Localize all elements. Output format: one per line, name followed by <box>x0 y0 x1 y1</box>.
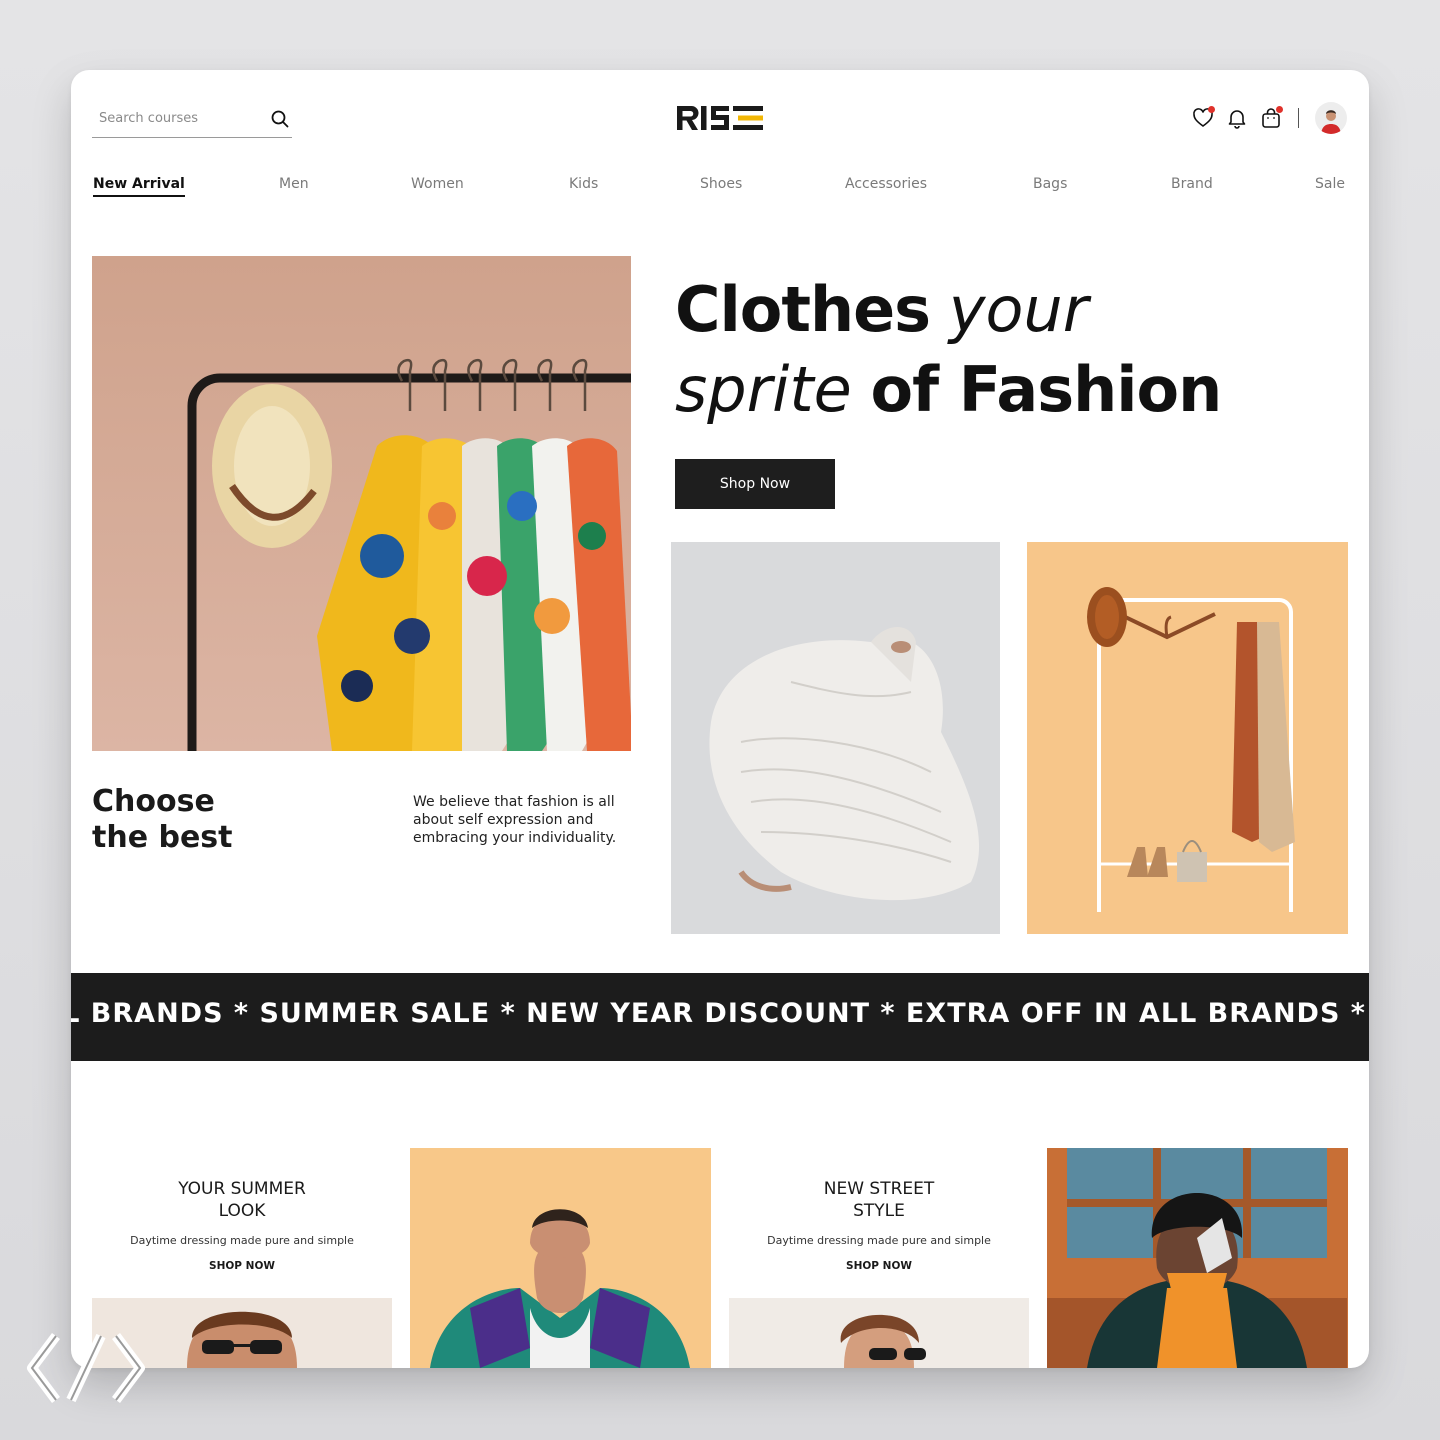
promo-title: STYLE <box>853 1201 905 1221</box>
nav-new-arrival[interactable]: New Arrival <box>93 176 185 197</box>
promo-title: NEW STREET <box>823 1179 935 1199</box>
promo-shop-now-link[interactable]: SHOP NOW <box>92 1260 392 1272</box>
divider <box>1297 108 1299 128</box>
promo-description: Daytime dressing made pure and simple <box>767 1234 991 1247</box>
nav-women[interactable]: Women <box>411 176 464 192</box>
promo-image[interactable] <box>729 1298 1029 1368</box>
heading-line: the best <box>92 820 233 855</box>
nav-bags[interactable]: Bags <box>1033 176 1067 192</box>
search-icon[interactable] <box>270 109 290 129</box>
nav-accessories[interactable]: Accessories <box>845 176 927 192</box>
brand-logo[interactable] <box>675 100 765 136</box>
hero-title-line1: Clothes your <box>675 270 1221 350</box>
nav-shoes[interactable]: Shoes <box>700 176 742 192</box>
header-actions <box>1192 102 1347 134</box>
category-nav: New Arrival Men Women Kids Shoes Accesso… <box>93 176 1347 200</box>
hero-word-light: your <box>948 273 1089 346</box>
nav-brand[interactable]: Brand <box>1171 176 1213 192</box>
hero-title-line2: sprite of Fashion <box>675 350 1223 430</box>
promo-title: YOUR SUMMER <box>178 1179 306 1199</box>
model-image[interactable] <box>410 1148 711 1368</box>
heading-line: Choose <box>92 784 215 819</box>
promo-description: Daytime dressing made pure and simple <box>130 1234 354 1247</box>
hero-image[interactable] <box>92 256 631 751</box>
promo-card: NEW STREET STYLE Daytime dressing made p… <box>729 1178 1029 1272</box>
wishlist-button[interactable] <box>1192 106 1215 129</box>
hero-word-light: sprite <box>675 353 852 426</box>
cart-button[interactable] <box>1260 106 1283 129</box>
street-style-image[interactable] <box>1047 1148 1348 1368</box>
promo-card: YOUR SUMMER LOOK Daytime dressing made p… <box>92 1178 392 1272</box>
promo-ticker: LL BRANDS * SUMMER SALE * NEW YEAR DISCO… <box>71 973 1369 1061</box>
avatar-image <box>1315 102 1347 134</box>
hero-title: Clothes your sprite of Fashion <box>675 270 1223 430</box>
nav-sale[interactable]: Sale <box>1315 176 1345 192</box>
watermark-logo <box>27 1333 145 1403</box>
intro-text: We believe that fashion is all about sel… <box>413 794 617 846</box>
search-bar <box>92 100 292 138</box>
promo-shop-now-link[interactable]: SHOP NOW <box>729 1260 1029 1272</box>
sweater-image[interactable] <box>671 542 1000 934</box>
notifications-button[interactable] <box>1226 107 1248 129</box>
nav-kids[interactable]: Kids <box>569 176 598 192</box>
nav-men[interactable]: Men <box>279 176 309 192</box>
avatar[interactable] <box>1315 102 1347 134</box>
cart-badge <box>1275 106 1283 113</box>
ticker-text: LL BRANDS * SUMMER SALE * NEW YEAR DISCO… <box>71 998 1369 1029</box>
search-input[interactable] <box>92 100 257 136</box>
shop-now-button[interactable]: Shop Now <box>675 459 835 509</box>
rack-image[interactable] <box>1027 542 1348 934</box>
browser-window: New Arrival Men Women Kids Shoes Accesso… <box>71 70 1369 1368</box>
hero-word-bold: Clothes <box>675 273 931 346</box>
promo-title: LOOK <box>218 1201 266 1221</box>
hero-word-bold: of Fashion <box>870 353 1223 426</box>
section-heading: Choose the best <box>92 784 292 856</box>
bell-icon <box>1228 110 1245 129</box>
notification-dot <box>1207 106 1215 113</box>
